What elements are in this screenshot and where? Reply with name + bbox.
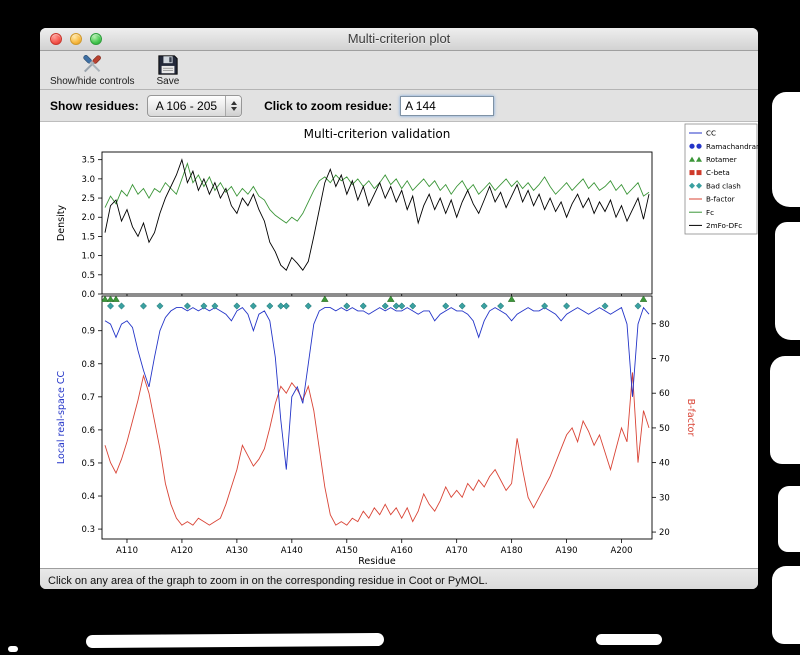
status-text: Click on any area of the graph to zoom i… — [48, 574, 488, 587]
legend-label: 2mFo-DFc — [706, 221, 742, 230]
y-tick-label: 0.0 — [81, 290, 95, 300]
x-tick-label: A140 — [281, 546, 303, 556]
y-tick-label: 20 — [659, 528, 670, 538]
show-residues-select[interactable]: A 106 - 205 — [146, 94, 243, 117]
y-tick-label: 0.7 — [81, 393, 95, 403]
scan-artifact — [596, 634, 662, 645]
stepper-icon — [225, 95, 242, 116]
tool-label: Save — [156, 76, 180, 87]
y-tick-label: 2.5 — [81, 194, 95, 204]
y-tick-label: 40 — [659, 459, 670, 469]
y-tick-label: 70 — [659, 354, 670, 364]
density-axis-label: Density — [56, 205, 67, 241]
y-tick-label: 0.4 — [81, 492, 95, 502]
x-tick-label: A160 — [391, 546, 413, 556]
legend-label: Rotamer — [706, 155, 737, 164]
save-button[interactable]: Save — [156, 53, 180, 87]
controls-bar: Show residues: A 106 - 205 Click to zoom… — [40, 90, 758, 122]
titlebar[interactable]: Multi-criterion plot — [40, 28, 758, 51]
legend-marker — [696, 143, 702, 149]
legend-label: Ramachandran — [706, 142, 758, 151]
y-tick-label: 1.0 — [81, 252, 95, 262]
statusbar: Click on any area of the graph to zoom i… — [40, 568, 758, 589]
legend-marker — [696, 170, 702, 176]
top-plot-frame — [101, 151, 653, 295]
zoom-residue-label: Click to zoom residue: — [264, 98, 393, 113]
scan-artifact — [775, 222, 800, 340]
validation-chart[interactable]: Multi-criterion validation Residue A110 A12… — [40, 122, 758, 568]
y-tick-label: 80 — [659, 320, 670, 330]
legend-box — [684, 123, 758, 235]
scan-artifact — [8, 646, 18, 652]
zoom-residue-input[interactable] — [400, 95, 495, 116]
x-tick-label: A180 — [501, 546, 523, 556]
legend-marker — [689, 143, 695, 149]
app-window: Multi-criterion plot Show/hide controls … — [40, 28, 758, 589]
x-tick-label: A170 — [446, 546, 468, 556]
legend-label: C-beta — [706, 168, 730, 177]
x-axis-label: Residue — [358, 556, 396, 567]
y-tick-label: 3.5 — [81, 156, 95, 166]
window-title: Multi-criterion plot — [347, 31, 451, 46]
x-tick-label: A150 — [336, 546, 358, 556]
b-factor-axis-label: B-factor — [685, 399, 696, 437]
desktop-background: Multi-criterion plot Show/hide controls … — [0, 0, 800, 655]
y-tick-label: 3.0 — [81, 175, 95, 185]
y-tick-label: 0.5 — [81, 459, 95, 469]
legend-label: Bad clash — [706, 181, 741, 190]
scan-artifact — [778, 486, 800, 552]
legend-label: B-factor — [706, 195, 735, 204]
tools-icon — [79, 53, 105, 76]
y-tick-label: 60 — [659, 389, 670, 399]
y-tick-label: 1.5 — [81, 232, 95, 242]
y-tick-label: 0.3 — [81, 525, 95, 535]
y-tick-label: 0.9 — [81, 327, 95, 337]
y-tick-label: 30 — [659, 493, 670, 503]
cc-axis-label: Local real-space CC — [56, 371, 67, 465]
y-tick-label: 0.6 — [81, 426, 95, 436]
scan-artifact — [772, 566, 800, 644]
x-tick-label: A200 — [611, 546, 633, 556]
chart-title: Multi-criterion validation — [304, 127, 451, 141]
legend-label: Fc — [706, 208, 714, 217]
show-residues-value: A 106 - 205 — [155, 98, 218, 113]
x-tick-label: A110 — [116, 546, 138, 556]
y-tick-label: 50 — [659, 424, 670, 434]
show-hide-controls-button[interactable]: Show/hide controls — [50, 53, 135, 87]
legend-marker — [689, 170, 695, 176]
x-tick-label: A120 — [171, 546, 193, 556]
scan-artifact — [770, 356, 800, 464]
plot-region[interactable]: Multi-criterion validation Residue A110 A12… — [40, 122, 758, 568]
scan-artifact — [85, 632, 385, 649]
toolbar: Show/hide controls Save — [40, 51, 758, 90]
y-tick-label: 0.8 — [81, 360, 95, 370]
show-residues-label: Show residues: — [50, 98, 139, 113]
floppy-icon — [157, 53, 179, 76]
legend-label: CC — [706, 129, 716, 138]
bottom-plot-frame — [101, 295, 653, 540]
y-tick-label: 2.0 — [81, 213, 95, 223]
scan-artifact — [772, 92, 800, 207]
x-tick-label: A190 — [556, 546, 578, 556]
x-tick-label: A130 — [226, 546, 248, 556]
tool-label: Show/hide controls — [50, 76, 135, 87]
y-tick-label: 0.5 — [81, 271, 95, 281]
